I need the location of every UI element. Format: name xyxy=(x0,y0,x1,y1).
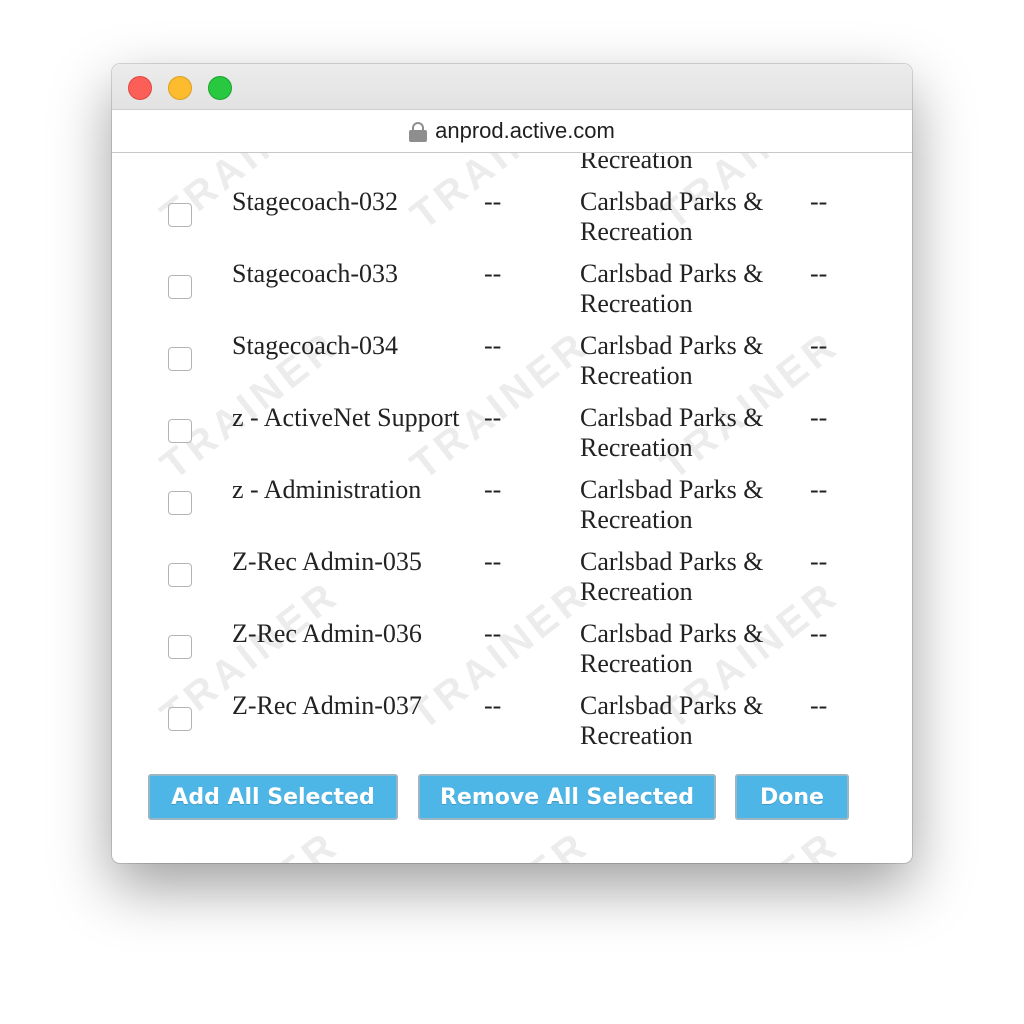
lock-icon xyxy=(409,122,428,142)
name-cell: Stagecoach-032 xyxy=(232,187,399,216)
agency-cell: Carlsbad Parks & Recreation xyxy=(580,259,764,318)
browser-window: anprod.active.com TRAINER TRAINER TRAINE… xyxy=(112,64,912,863)
agency-cell: Carlsbad Parks & Recreation xyxy=(580,187,764,246)
column-2-cell: -- xyxy=(484,691,502,720)
row-checkbox[interactable] xyxy=(168,491,192,515)
add-all-selected-button[interactable]: Add All Selected xyxy=(148,774,398,820)
page-content[interactable]: TRAINER TRAINER TRAINER TRAINER TRAINER … xyxy=(112,153,912,863)
agency-cell: Carlsbad Parks & Recreation xyxy=(580,547,764,606)
row-checkbox[interactable] xyxy=(168,275,192,299)
address-bar[interactable]: anprod.active.com xyxy=(112,110,912,153)
column-4-cell: -- xyxy=(810,475,828,504)
row-checkbox[interactable] xyxy=(168,347,192,371)
name-cell: Z-Rec Admin-036 xyxy=(232,619,422,648)
name-cell: Stagecoach-033 xyxy=(232,259,399,288)
agency-cell: Carlsbad Parks & Recreation xyxy=(580,475,764,534)
agency-cell: Carlsbad Parks & Recreation xyxy=(580,331,764,390)
table-row: Stagecoach-032 -- Carlsbad Parks & Recre… xyxy=(112,177,912,249)
table-row: Z-Rec Admin-036 -- Carlsbad Parks & Recr… xyxy=(112,609,912,681)
name-cell: Stagecoach-034 xyxy=(232,331,399,360)
column-4-cell: -- xyxy=(810,403,828,432)
column-4-cell: -- xyxy=(810,331,828,360)
zoom-window-button[interactable] xyxy=(208,76,232,100)
column-4-cell: -- xyxy=(810,691,828,720)
title-bar[interactable] xyxy=(112,64,912,110)
minimize-window-button[interactable] xyxy=(168,76,192,100)
column-2-cell: -- xyxy=(484,259,502,288)
name-cell: Z-Rec Admin-037 xyxy=(232,691,422,720)
name-cell: z - Administration xyxy=(232,475,422,504)
row-checkbox[interactable] xyxy=(168,419,192,443)
row-checkbox[interactable] xyxy=(168,203,192,227)
table-row: z - Administration -- Carlsbad Parks & R… xyxy=(112,465,912,537)
table-row: Stagecoach-034 -- Carlsbad Parks & Recre… xyxy=(112,321,912,393)
done-button[interactable]: Done xyxy=(735,774,849,820)
name-cell: z - ActiveNet Support xyxy=(232,403,460,432)
remove-all-selected-button[interactable]: Remove All Selected xyxy=(418,774,716,820)
column-4-cell: -- xyxy=(810,187,828,216)
column-4-cell: -- xyxy=(810,259,828,288)
row-checkbox[interactable] xyxy=(168,563,192,587)
column-2-cell: -- xyxy=(484,403,502,432)
watermark: TRAINER xyxy=(653,822,848,863)
table-row: Z-Rec Admin-037 -- Carlsbad Parks & Recr… xyxy=(112,681,912,753)
agency-cell: Carlsbad Parks & Recreation xyxy=(580,403,764,462)
column-2-cell: -- xyxy=(484,619,502,648)
column-4-cell: -- xyxy=(810,547,828,576)
agency-cell: Carlsbad Parks & Recreation xyxy=(580,619,764,678)
column-2-cell: -- xyxy=(484,475,502,504)
column-2-cell: -- xyxy=(484,331,502,360)
row-checkbox[interactable] xyxy=(168,707,192,731)
column-2-cell: -- xyxy=(484,547,502,576)
agency-cell-partial: Recreation xyxy=(580,153,693,174)
column-4-cell: -- xyxy=(810,619,828,648)
name-cell: Z-Rec Admin-035 xyxy=(232,547,422,576)
column-2-cell: -- xyxy=(484,187,502,216)
watermark: TRAINER xyxy=(153,822,348,863)
agency-cell: Carlsbad Parks & Recreation xyxy=(580,691,764,750)
watermark: TRAINER xyxy=(403,822,598,863)
url-text: anprod.active.com xyxy=(435,118,615,143)
table-row: z - ActiveNet Support -- Carlsbad Parks … xyxy=(112,393,912,465)
close-window-button[interactable] xyxy=(128,76,152,100)
table-row: Z-Rec Admin-035 -- Carlsbad Parks & Recr… xyxy=(112,537,912,609)
row-checkbox[interactable] xyxy=(168,635,192,659)
table-row: Stagecoach-033 -- Carlsbad Parks & Recre… xyxy=(112,249,912,321)
